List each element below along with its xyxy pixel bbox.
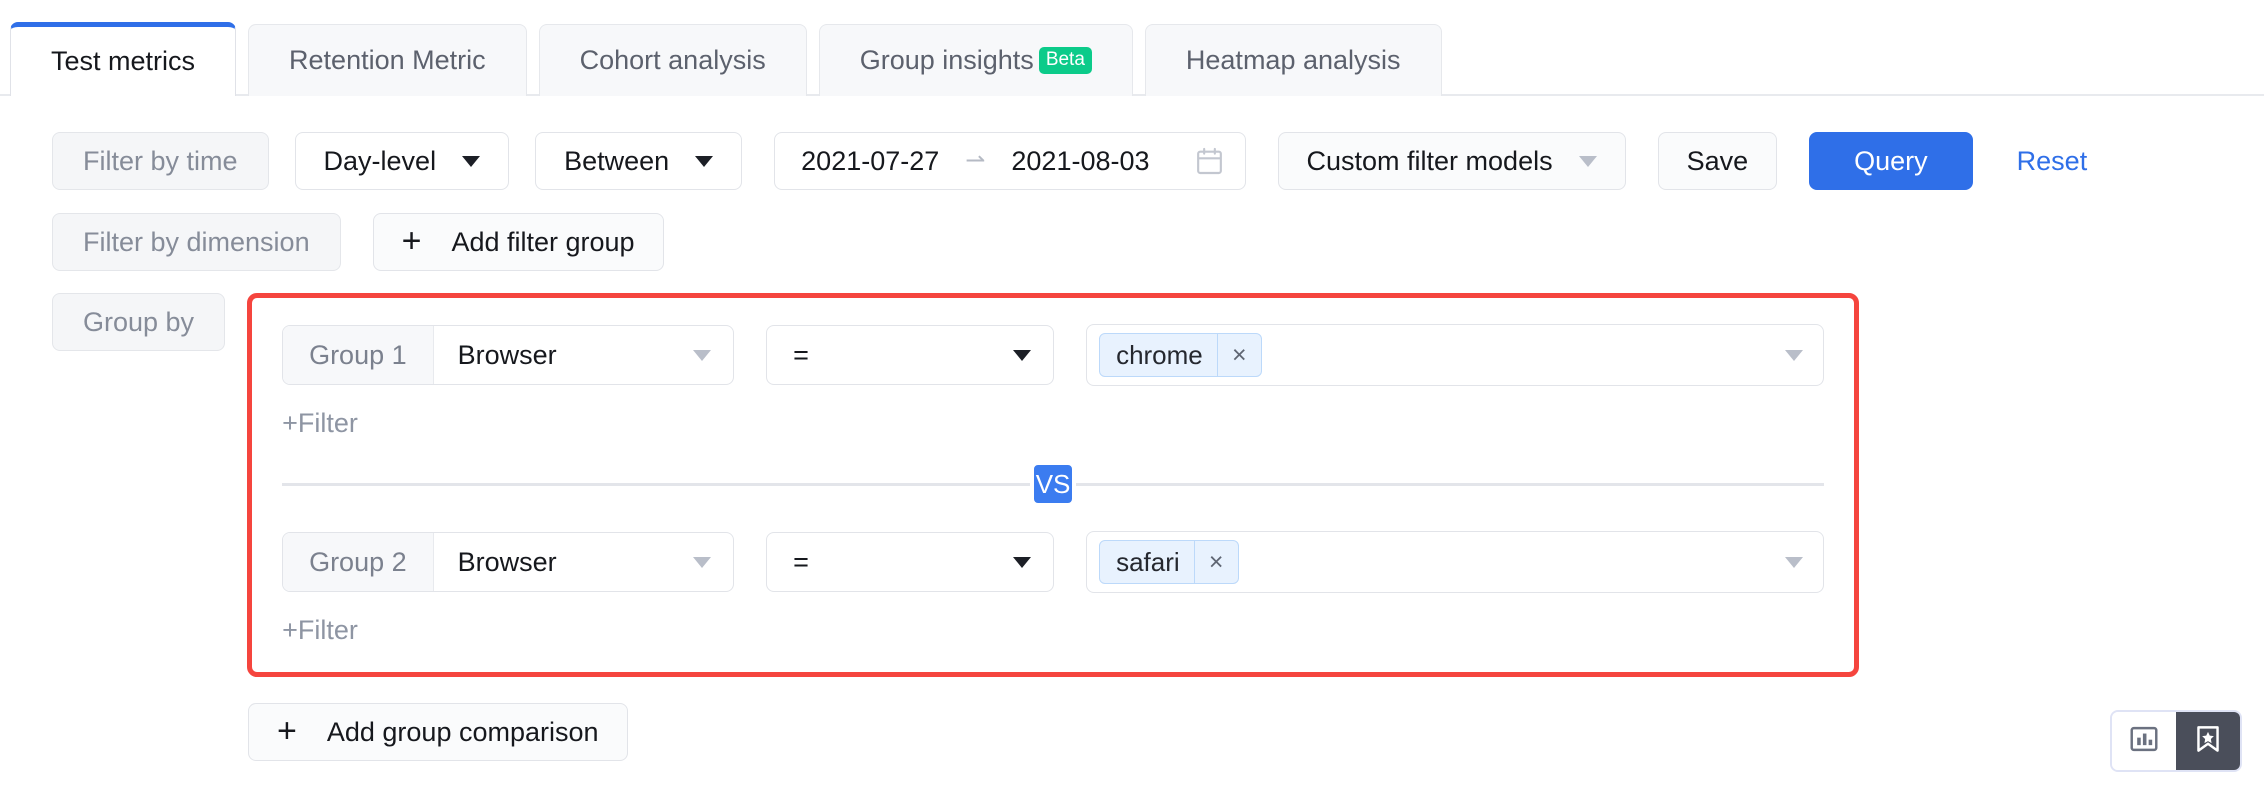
add-group-comparison-row: + Add group comparison [0, 703, 2264, 761]
analytics-query-builder-page: Test metrics Retention Metric Cohort ana… [0, 0, 2264, 798]
date-arrow-icon: ⇀ [965, 147, 986, 174]
reset-button[interactable]: Reset [2005, 132, 2100, 190]
tab-label: Group insights [859, 45, 1034, 75]
custom-filter-models-select[interactable]: Custom filter models [1277, 132, 1626, 190]
group-1-operator-select[interactable]: = [766, 325, 1055, 385]
chevron-down-icon [1578, 155, 1597, 167]
tab-bar: Test metrics Retention Metric Cohort ana… [0, 0, 2264, 98]
close-icon[interactable]: × [1193, 541, 1238, 583]
date-end-input[interactable]: 2021-08-03 [1011, 146, 1149, 177]
add-filter-group-label: Add filter group [451, 226, 635, 257]
filter-by-dimension-label: Filter by dimension [52, 213, 341, 271]
query-label: Query [1854, 145, 1928, 176]
close-icon[interactable]: × [1216, 334, 1261, 376]
time-filter-row: Filter by time Day-level Between 2021-07… [0, 132, 2264, 190]
chevron-down-icon [693, 556, 712, 568]
calendar-icon[interactable] [1196, 147, 1223, 175]
chevron-down-icon [1013, 556, 1032, 568]
bookmark-star-icon [2193, 724, 2223, 759]
chevron-down-icon [1013, 349, 1032, 361]
tag-safari: safari × [1099, 540, 1239, 584]
chevron-down-icon [462, 155, 481, 167]
group-2-add-filter-link[interactable]: +Filter [252, 615, 358, 646]
saved-view-button[interactable] [2176, 712, 2240, 770]
save-button[interactable]: Save [1657, 132, 1778, 190]
add-group-comparison-button[interactable]: + Add group comparison [248, 703, 628, 761]
date-range-picker[interactable]: 2021-07-27 ⇀ 2021-08-03 [774, 132, 1246, 190]
vs-divider: VS [282, 461, 1825, 507]
group-row-1: Group 1 Browser = chrome × [252, 324, 1854, 386]
comparison-value: Between [564, 145, 670, 176]
granularity-value: Day-level [323, 145, 437, 176]
tab-label: Cohort analysis [579, 45, 766, 75]
add-filter-group-button[interactable]: + Add filter group [372, 213, 664, 271]
chevron-down-icon [1785, 349, 1804, 361]
tab-group-insights[interactable]: Group insights Beta [818, 24, 1133, 96]
tag-label: safari [1116, 546, 1180, 577]
granularity-select[interactable]: Day-level [294, 132, 510, 190]
reset-label: Reset [2016, 145, 2088, 176]
group-by-label: Group by [52, 293, 226, 351]
group-2-operator-value: = [793, 546, 809, 577]
group-2-operator-select[interactable]: = [766, 532, 1055, 592]
tab-label: Heatmap analysis [1185, 45, 1401, 75]
tab-test-metrics[interactable]: Test metrics [10, 22, 237, 98]
query-button[interactable]: Query [1809, 132, 1973, 190]
add-group-comparison-label: Add group comparison [326, 716, 599, 747]
group-1-tags: chrome × [1099, 333, 1262, 377]
comparison-select[interactable]: Between [535, 132, 743, 190]
chevron-down-icon [693, 349, 712, 361]
tab-cohort-analysis[interactable]: Cohort analysis [538, 24, 807, 96]
view-toggle-segmented-control [2110, 710, 2242, 772]
filter-by-time-label: Filter by time [52, 132, 269, 190]
chart-view-button[interactable] [2112, 712, 2176, 770]
group-by-row: Group by Group 1 Browser = chrome × +Fil… [0, 293, 2264, 677]
group-1-add-filter-link[interactable]: +Filter [252, 408, 358, 439]
group-1-value-select[interactable]: chrome × [1086, 324, 1825, 386]
group-1-dimension-value: Browser [457, 339, 557, 370]
tab-heatmap-analysis[interactable]: Heatmap analysis [1144, 24, 1442, 96]
tab-retention-metric[interactable]: Retention Metric [248, 24, 527, 96]
bar-chart-icon [2129, 724, 2159, 759]
group-2-dimension-value: Browser [457, 546, 557, 577]
group-1-dimension-select[interactable]: Group 1 Browser [282, 325, 735, 385]
chevron-down-icon [1785, 556, 1804, 568]
group-2-name: Group 2 [283, 533, 434, 591]
group-2-dimension-select[interactable]: Group 2 Browser [282, 532, 735, 592]
custom-filter-models-value: Custom filter models [1306, 145, 1553, 176]
tab-label: Retention Metric [289, 45, 486, 75]
beta-badge: Beta [1038, 47, 1092, 74]
group-2-tags: safari × [1099, 540, 1239, 584]
dimension-filter-row: Filter by dimension + Add filter group [0, 213, 2264, 271]
vs-badge: VS [1030, 461, 1077, 507]
plus-icon: + [401, 222, 422, 261]
tag-label: chrome [1116, 339, 1203, 370]
plus-icon: + [277, 712, 297, 751]
group-row-2: Group 2 Browser = safari × [252, 531, 1854, 593]
group-comparison-highlight-box: Group 1 Browser = chrome × +Filter VS Gr… [247, 293, 1860, 677]
group-2-value-select[interactable]: safari × [1086, 531, 1825, 593]
tag-chrome: chrome × [1099, 333, 1262, 377]
save-label: Save [1686, 145, 1749, 176]
query-builder-rows: Filter by time Day-level Between 2021-07… [0, 96, 2264, 761]
group-1-operator-value: = [793, 339, 809, 370]
chevron-down-icon [695, 155, 714, 167]
tab-label: Test metrics [51, 46, 196, 76]
date-start-input[interactable]: 2021-07-27 [801, 146, 939, 177]
group-1-name: Group 1 [283, 326, 434, 384]
